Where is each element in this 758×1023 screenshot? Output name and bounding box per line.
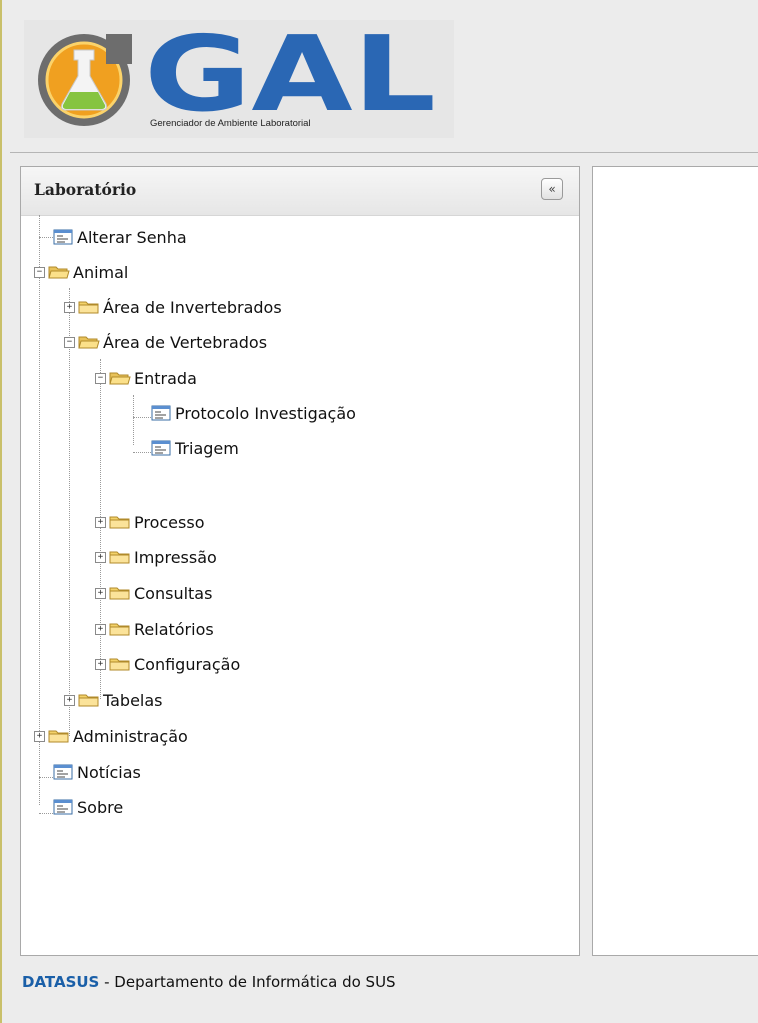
tree-item-relatorios[interactable]: + Relatórios [95,612,214,646]
collapse-node-icon[interactable]: − [95,372,106,384]
folder-icon [48,730,69,743]
document-icon [151,405,171,421]
tree-item-label: Entrada [134,368,197,388]
folder-icon [78,694,99,707]
collapse-node-icon[interactable]: − [64,336,75,348]
gal-logo: GAL Gerenciador de Ambiente Laboratorial [24,20,454,138]
tree-item-label: Área de Invertebrados [103,297,282,317]
folder-open-icon [48,266,70,279]
folder-open-icon [78,336,100,349]
main-content-pane [592,166,758,956]
tree-item-alterar-senha[interactable]: Alterar Senha [53,220,187,254]
tree-item-area-vertebrados[interactable]: − Área de Vertebrados [64,325,267,359]
folder-icon [109,587,130,600]
tree-item-configuracao[interactable]: + Configuração [95,647,240,681]
tree-item-label: Triagem [175,438,239,458]
folder-icon [109,623,130,636]
tree-item-area-invertebrados[interactable]: + Área de Invertebrados [64,290,282,324]
expand-node-icon[interactable]: + [64,694,75,706]
logo-text: GAL [144,28,436,118]
document-icon [53,229,73,245]
panel-title: Laboratório [34,180,137,199]
folder-open-icon [109,372,131,385]
folder-icon [109,658,130,671]
tree-connector [39,215,40,805]
tree-connector [133,452,151,453]
tree-item-label: Animal [73,262,129,282]
panel-header: Laboratório « [21,167,579,216]
tree-connector [133,417,151,418]
tree-item-label: Alterar Senha [77,227,187,247]
tree-item-triagem[interactable]: Triagem [151,431,239,465]
expand-node-icon[interactable]: + [95,551,106,563]
collapse-node-icon[interactable]: − [34,266,45,278]
tree-item-label: Protocolo Investigação [175,403,356,423]
tree-item-animal[interactable]: − Animal [34,255,128,289]
folder-icon [109,516,130,529]
expand-node-icon[interactable]: + [95,623,106,635]
left-accent-rule [0,0,2,1023]
tree-item-label: Área de Vertebrados [103,332,268,352]
tree-item-label: Sobre [77,797,124,817]
header-divider [10,152,758,153]
tree-item-label: Notícias [77,762,141,782]
document-icon [53,764,73,780]
tree-item-label: Tabelas [103,690,163,710]
app-footer: DATASUS - Departamento de Informática do… [2,956,758,1023]
tree-item-label: Configuração [134,654,241,674]
tree-item-label: Impressão [134,547,217,567]
app-header: GAL Gerenciador de Ambiente Laboratorial [2,0,758,152]
tree-item-impressao[interactable]: + Impressão [95,540,217,574]
footer-brand: DATASUS [22,973,100,991]
tree-item-tabelas[interactable]: + Tabelas [64,683,163,717]
document-icon [151,440,171,456]
tree-item-entrada[interactable]: − Entrada [95,361,197,395]
document-icon [53,799,73,815]
flask-logo-icon [38,34,132,126]
tree-item-label: Consultas [134,583,213,603]
tree-item-protocolo-investigacao[interactable]: Protocolo Investigação [151,396,356,430]
footer-text: DATASUS - Departamento de Informática do… [22,973,396,991]
tree-item-label: Administração [73,726,188,746]
tree-connector [133,395,134,445]
tree-item-label: Processo [134,512,205,532]
expand-node-icon[interactable]: + [64,301,75,313]
expand-node-icon[interactable]: + [95,587,106,599]
tree-item-noticias[interactable]: Notícias [53,755,141,789]
tree-item-sobre[interactable]: Sobre [53,790,123,824]
gal-wordmark: GAL [144,28,436,118]
folder-icon [109,551,130,564]
collapse-panel-button[interactable]: « [541,178,563,200]
footer-description: - Departamento de Informática do SUS [99,973,396,991]
expand-node-icon[interactable]: + [95,516,106,528]
tree-item-processo[interactable]: + Processo [95,505,204,539]
tree-item-consultas[interactable]: + Consultas [95,576,212,610]
navigation-tree: Alterar Senha − Animal + Área de Inverte… [21,215,579,955]
tree-connector [39,813,53,814]
logo-subtitle: Gerenciador de Ambiente Laboratorial [150,118,311,129]
expand-node-icon[interactable]: + [95,658,106,670]
folder-icon [78,301,99,314]
laboratorio-panel: Laboratório « Alterar Senha − Animal + Á… [20,166,580,956]
tree-item-administracao[interactable]: + Administração [34,719,188,753]
tree-item-label: Relatórios [134,619,214,639]
expand-node-icon[interactable]: + [34,730,45,742]
tree-connector [39,237,53,238]
tree-connector [39,777,53,778]
